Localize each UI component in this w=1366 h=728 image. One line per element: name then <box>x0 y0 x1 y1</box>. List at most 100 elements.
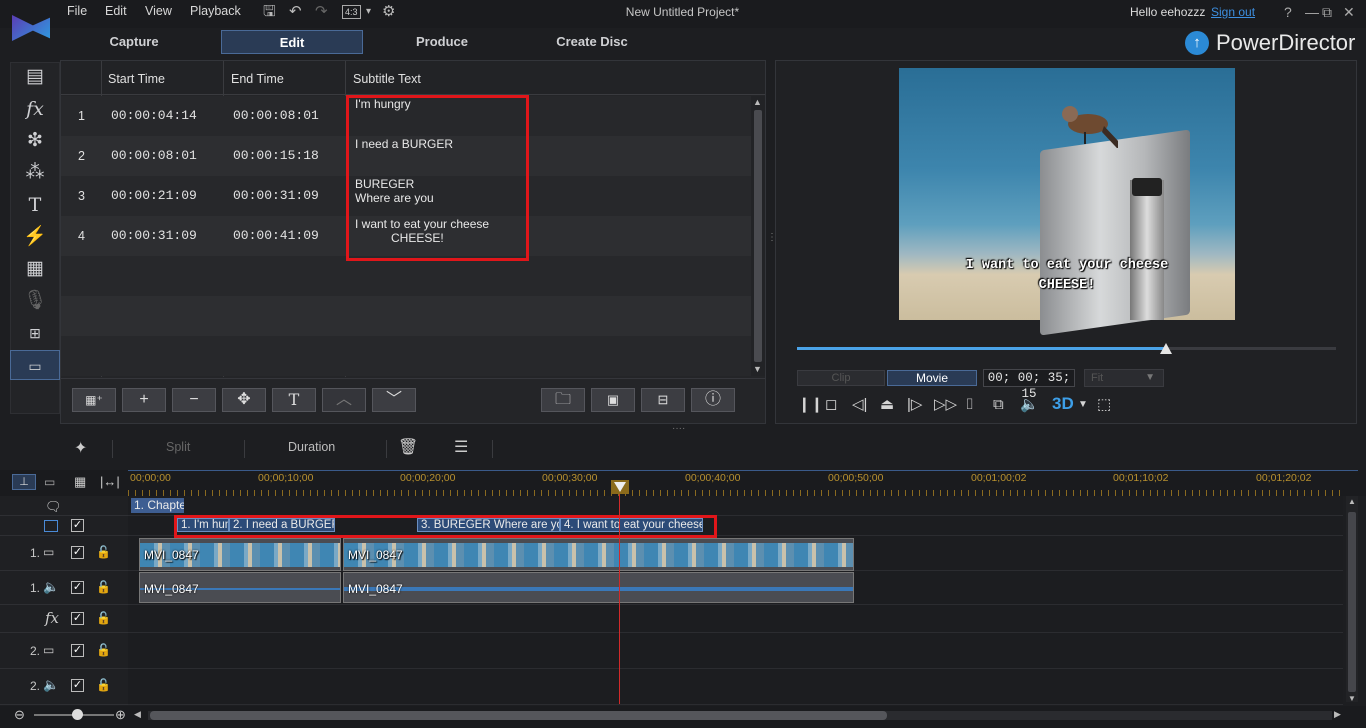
help-icon[interactable]: ? <box>1284 4 1292 20</box>
scroll-left-icon[interactable]: ◀ <box>134 709 141 720</box>
chapter-track-lane[interactable] <box>128 496 1343 516</box>
minimize-icon[interactable]: — <box>1305 4 1319 20</box>
subtitle-track-enable-checkbox[interactable]: ✓ <box>71 519 84 532</box>
move-down-button[interactable]: ﹀ <box>372 388 416 412</box>
particle-room-icon[interactable]: ⁂ <box>10 158 60 188</box>
timecode-display[interactable]: 00; 00; 35; 15 <box>983 369 1075 401</box>
start-time-cell[interactable]: 00:00:31:09 <box>111 228 197 243</box>
header-subtitle-text[interactable]: Subtitle Text <box>353 72 421 86</box>
audio-clip[interactable]: MVI_0847 <box>139 572 341 603</box>
preview-quality-icon[interactable]: ⧉ <box>993 396 1004 414</box>
sign-out-link[interactable]: Sign out <box>1211 5 1255 19</box>
menu-view[interactable]: View <box>145 4 172 18</box>
header-start-time[interactable]: Start Time <box>108 72 165 86</box>
move-up-button[interactable]: ︿ <box>322 388 366 412</box>
snapshot-marker-icon[interactable]: ⏏ <box>880 396 894 414</box>
pause-icon[interactable]: ❙❙ <box>798 396 823 414</box>
next-frame-icon[interactable]: |▷ <box>907 396 922 414</box>
info-button[interactable]: ⓘ <box>691 388 735 412</box>
remove-subtitle-button[interactable]: − <box>172 388 216 412</box>
start-time-cell[interactable]: 00:00:08:01 <box>111 148 197 163</box>
title-room-icon[interactable]: T <box>10 190 60 220</box>
end-time-cell[interactable]: 00:00:15:18 <box>233 148 319 163</box>
video-clip[interactable]: MVI_0847 <box>139 538 341 571</box>
scroll-down-icon[interactable]: ▼ <box>753 364 762 374</box>
video-clip[interactable]: MVI_0847 <box>343 538 854 571</box>
scroll-up-icon[interactable]: ▲ <box>753 97 762 107</box>
voice-over-room-icon[interactable]: 🎙 <box>10 286 60 316</box>
fx-track-enable-checkbox[interactable]: ✓ <box>71 612 84 625</box>
close-icon[interactable]: ✕ <box>1343 4 1355 21</box>
start-time-cell[interactable]: 00:00:04:14 <box>111 108 197 123</box>
timeline-vertical-scrollbar-thumb[interactable] <box>1348 512 1356 692</box>
zoom-out-icon[interactable]: ⊖ <box>14 707 25 723</box>
restore-icon[interactable]: ⧉ <box>1322 4 1332 21</box>
storyboard-view-icon[interactable]: ▭ <box>44 475 55 489</box>
volume-icon[interactable]: 🔈 <box>1020 396 1039 414</box>
header-end-time[interactable]: End Time <box>231 72 284 86</box>
track-manager-icon[interactable]: ▦ <box>74 474 86 490</box>
open-subtitle-file-button[interactable]: 🗀 <box>541 388 585 412</box>
transition-room-icon[interactable]: ⚡ <box>10 222 60 252</box>
split-button[interactable]: Split <box>166 440 190 454</box>
table-scrollbar-thumb[interactable] <box>754 110 762 362</box>
export-subtitle-button[interactable]: ▣ <box>591 388 635 412</box>
audio-clip[interactable]: MVI_0847 <box>343 572 854 603</box>
previous-frame-icon[interactable]: ◁| <box>852 396 867 414</box>
scroll-right-icon[interactable]: ▶ <box>1334 709 1341 720</box>
save-icon[interactable]: 🖫 <box>263 4 276 20</box>
zoom-in-icon[interactable]: ⊕ <box>115 707 126 723</box>
end-time-cell[interactable]: 00:00:08:01 <box>233 108 319 123</box>
audio-track-1-lock-icon[interactable]: 🔓 <box>96 580 111 594</box>
pip-room-icon[interactable]: ❇ <box>10 126 60 156</box>
end-time-cell[interactable]: 00:00:41:09 <box>233 228 319 243</box>
clip-attributes-icon[interactable]: ☰ <box>454 437 468 457</box>
merge-subtitle-button[interactable]: ✥ <box>222 388 266 412</box>
tab-produce[interactable]: Produce <box>392 30 492 54</box>
timeline-zoom-knob[interactable] <box>72 709 83 720</box>
chapter-room-icon[interactable]: ⊞ <box>10 318 60 348</box>
delete-trash-icon[interactable]: 🗑 <box>398 437 418 457</box>
settings-gear-icon[interactable]: ⚙ <box>382 4 395 20</box>
chapter-marker-clip[interactable]: 1. Chapter <box>131 498 184 513</box>
timeline-view-icon[interactable]: ⊥ <box>12 474 36 490</box>
fast-forward-icon[interactable]: ▷▷ <box>934 396 957 414</box>
menu-playback[interactable]: Playback <box>190 4 241 18</box>
fit-timeline-icon[interactable]: |↔| <box>100 474 120 489</box>
timeline-resize-handle[interactable]: ···· <box>672 423 685 434</box>
scroll-down-icon[interactable]: ▼ <box>1348 694 1356 703</box>
3d-mode-button[interactable]: 3D <box>1052 394 1074 414</box>
magic-tools-icon[interactable]: ✦ <box>74 438 87 458</box>
undo-icon[interactable]: ↶ <box>289 4 302 20</box>
menu-file[interactable]: File <box>67 4 87 18</box>
chevron-down-icon[interactable]: ▼ <box>1078 396 1088 414</box>
import-subtitle-button[interactable]: ▦⁺ <box>72 388 116 412</box>
camera-snapshot-icon[interactable]: ⌷ <box>965 396 974 414</box>
audio-track-2-enable-checkbox[interactable]: ✓ <box>71 679 84 692</box>
aspect-ratio-select[interactable]: 4:3 <box>342 5 361 19</box>
tab-capture[interactable]: Capture <box>84 30 184 54</box>
scroll-up-icon[interactable]: ▲ <box>1348 497 1356 506</box>
fx-track-lock-icon[interactable]: 🔓 <box>96 611 111 625</box>
subtitle-room-icon[interactable]: ▭ <box>10 350 60 380</box>
redo-icon[interactable]: ↷ <box>315 4 328 20</box>
text-format-button[interactable]: T <box>272 388 316 412</box>
playhead-arrow-icon[interactable] <box>614 482 626 492</box>
video-track-1-lock-icon[interactable]: 🔓 <box>96 545 111 559</box>
end-time-cell[interactable]: 00:00:31:09 <box>233 188 319 203</box>
fx-room-icon[interactable]: fx <box>10 94 60 124</box>
undock-preview-icon[interactable]: ⬚ <box>1097 396 1111 414</box>
tab-edit[interactable]: Edit <box>221 30 363 54</box>
seek-handle[interactable] <box>1160 343 1172 354</box>
start-time-cell[interactable]: 00:00:21:09 <box>111 188 197 203</box>
duration-button[interactable]: Duration <box>288 440 335 454</box>
video-track-2-lock-icon[interactable]: 🔓 <box>96 643 111 657</box>
add-subtitle-button[interactable]: + <box>122 388 166 412</box>
panel-resize-handle[interactable]: ⋮ <box>767 232 777 243</box>
video-track-2-lane[interactable] <box>128 633 1343 669</box>
media-room-icon[interactable]: ▤ <box>10 62 60 92</box>
audio-track-2-lane[interactable] <box>128 669 1343 705</box>
timeline-horizontal-scrollbar-thumb[interactable] <box>150 711 887 720</box>
clip-mode-button[interactable]: Clip <box>797 370 885 386</box>
audio-track-2-lock-icon[interactable]: 🔓 <box>96 678 111 692</box>
